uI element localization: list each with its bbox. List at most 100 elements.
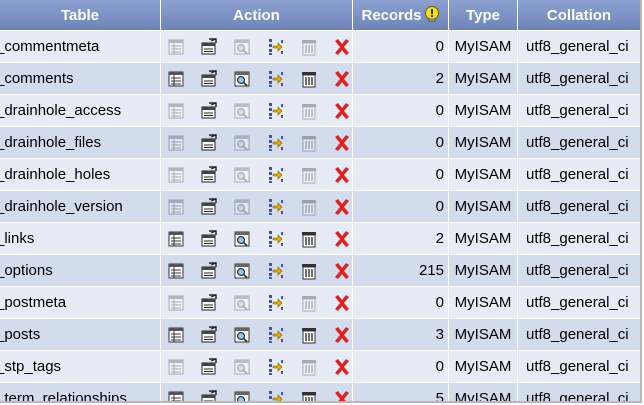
type-column-header[interactable]: Type: [449, 0, 517, 31]
table-name-link[interactable]: _links: [0, 230, 34, 247]
table-name-link[interactable]: _drainhole_access: [0, 102, 121, 119]
empty-icon[interactable]: [300, 230, 318, 248]
structure-icon[interactable]: [200, 133, 218, 152]
insert-icon[interactable]: [267, 166, 285, 184]
table-name-link[interactable]: _commentmeta: [0, 38, 99, 55]
structure-icon[interactable]: [200, 197, 218, 216]
drop-icon[interactable]: [333, 262, 351, 280]
drop-icon[interactable]: [333, 230, 351, 248]
collation-value: utf8_general_ci: [518, 31, 640, 63]
drop-icon[interactable]: [333, 390, 351, 401]
table-name-link[interactable]: _posts: [0, 326, 40, 343]
structure-icon[interactable]: [200, 357, 218, 376]
browse-icon[interactable]: [167, 230, 185, 248]
insert-icon[interactable]: [267, 134, 285, 152]
records-header-label: Records: [361, 6, 422, 24]
drop-icon[interactable]: [333, 294, 351, 312]
table-name-link[interactable]: _stp_tags: [0, 358, 61, 375]
drop-icon[interactable]: [333, 38, 351, 56]
browse-icon[interactable]: [167, 326, 185, 344]
empty-icon: [300, 102, 318, 120]
insert-icon[interactable]: [267, 262, 285, 280]
table-name-link[interactable]: _comments: [0, 70, 74, 87]
search-icon[interactable]: [233, 262, 251, 280]
records-count: 0: [353, 95, 448, 127]
table-name-link[interactable]: _drainhole_version: [0, 198, 123, 215]
table-column-header[interactable]: Table: [0, 0, 160, 31]
table-name-link[interactable]: _term_relationships: [0, 390, 127, 401]
records-count: 0: [353, 287, 448, 319]
insert-icon[interactable]: [267, 326, 285, 344]
engine-type: MyISAM: [449, 31, 517, 63]
table-name-cell[interactable]: _links: [0, 223, 160, 255]
empty-icon[interactable]: [300, 326, 318, 344]
records-column-header[interactable]: Records: [353, 0, 448, 31]
engine-type: MyISAM: [449, 191, 517, 223]
insert-icon[interactable]: [267, 230, 285, 248]
insert-icon[interactable]: [267, 390, 285, 401]
table-name-cell[interactable]: _term_relationships: [0, 383, 160, 401]
browse-icon: [167, 166, 185, 184]
drop-icon[interactable]: [333, 326, 351, 344]
empty-icon[interactable]: [300, 70, 318, 88]
empty-icon: [300, 134, 318, 152]
table-name-link[interactable]: _options: [0, 262, 53, 279]
search-icon: [233, 102, 251, 120]
table-name-cell[interactable]: _options: [0, 255, 160, 287]
table-name-cell[interactable]: _stp_tags: [0, 351, 160, 383]
collation-value: utf8_general_ci: [518, 287, 640, 319]
table-name-cell[interactable]: _postmeta: [0, 287, 160, 319]
table-row: _drainhole_holes 0 MyISAM utf8_general_c…: [0, 159, 640, 191]
empty-icon[interactable]: [300, 262, 318, 280]
drop-icon[interactable]: [333, 134, 351, 152]
table-name-link[interactable]: _postmeta: [0, 294, 66, 311]
table-name-cell[interactable]: _drainhole_version: [0, 191, 160, 223]
table-name-link[interactable]: _drainhole_holes: [0, 166, 110, 183]
records-count: 2: [353, 223, 448, 255]
collation-column-header[interactable]: Collation: [518, 0, 640, 31]
collation-value: utf8_general_ci: [518, 223, 640, 255]
insert-icon[interactable]: [267, 294, 285, 312]
table-name-cell[interactable]: _posts: [0, 319, 160, 351]
browse-icon[interactable]: [167, 70, 185, 88]
structure-icon[interactable]: [200, 325, 218, 344]
insert-icon[interactable]: [267, 198, 285, 216]
table-row: _commentmeta 0 MyISAM utf8_general_ci: [0, 31, 640, 63]
records-count: 2: [353, 63, 448, 95]
engine-type: MyISAM: [449, 287, 517, 319]
structure-icon[interactable]: [200, 37, 218, 56]
table-name-cell[interactable]: _drainhole_access: [0, 95, 160, 127]
table-name-cell[interactable]: _drainhole_files: [0, 127, 160, 159]
insert-icon[interactable]: [267, 358, 285, 376]
search-icon[interactable]: [233, 326, 251, 344]
search-icon[interactable]: [233, 70, 251, 88]
structure-icon[interactable]: [200, 229, 218, 248]
search-icon: [233, 38, 251, 56]
insert-icon[interactable]: [267, 38, 285, 56]
browse-icon[interactable]: [167, 390, 185, 401]
empty-icon[interactable]: [300, 390, 318, 401]
table-name-cell[interactable]: _drainhole_holes: [0, 159, 160, 191]
drop-icon[interactable]: [333, 102, 351, 120]
structure-icon[interactable]: [200, 389, 218, 401]
drop-icon[interactable]: [333, 358, 351, 376]
empty-icon: [300, 358, 318, 376]
browse-icon[interactable]: [167, 262, 185, 280]
table-row: _postmeta 0 MyISAM utf8_general_ci: [0, 287, 640, 319]
drop-icon[interactable]: [333, 198, 351, 216]
table-name-cell[interactable]: _comments: [0, 63, 160, 95]
structure-icon[interactable]: [200, 293, 218, 312]
structure-icon[interactable]: [200, 69, 218, 88]
structure-icon[interactable]: [200, 101, 218, 120]
search-icon[interactable]: [233, 390, 251, 401]
drop-icon[interactable]: [333, 70, 351, 88]
search-icon[interactable]: [233, 230, 251, 248]
table-name-cell[interactable]: _commentmeta: [0, 31, 160, 63]
structure-icon[interactable]: [200, 165, 218, 184]
table-name-link[interactable]: _drainhole_files: [0, 134, 101, 151]
insert-icon[interactable]: [267, 102, 285, 120]
structure-icon[interactable]: [200, 261, 218, 280]
empty-icon: [300, 166, 318, 184]
insert-icon[interactable]: [267, 70, 285, 88]
drop-icon[interactable]: [333, 166, 351, 184]
